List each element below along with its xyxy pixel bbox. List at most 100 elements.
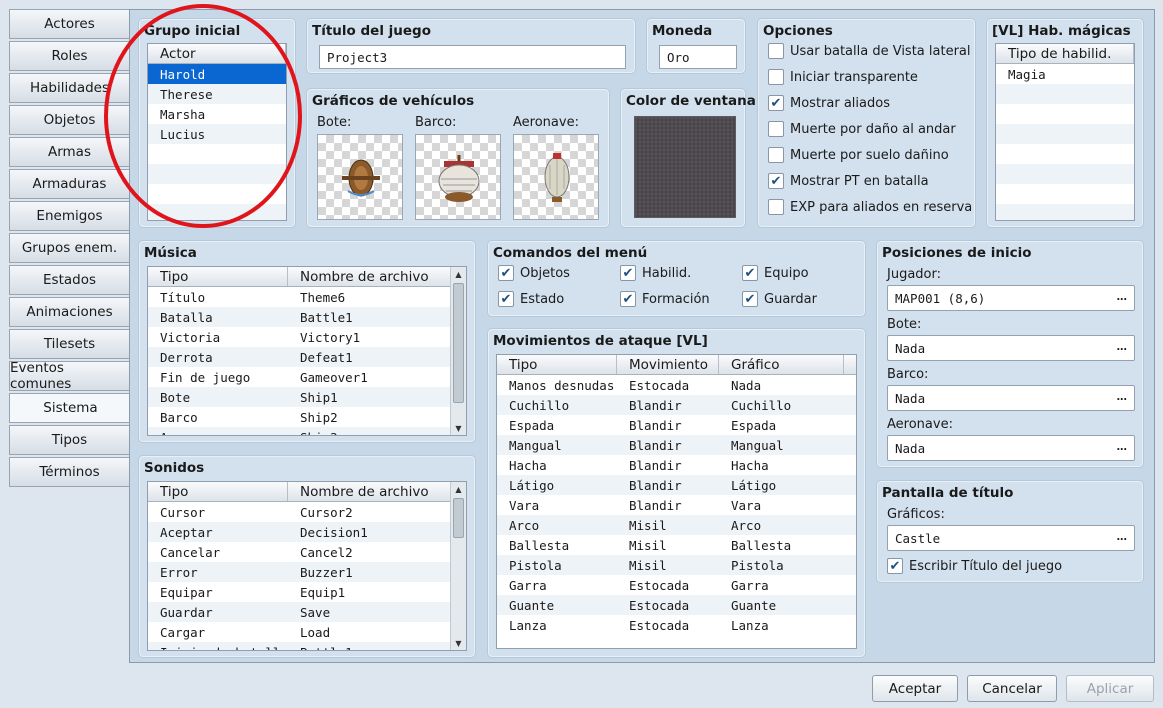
tab-14[interactable]: Términos	[9, 457, 130, 487]
title-graphics-picker[interactable]: Castle...	[887, 525, 1135, 551]
list-row[interactable]: Lanza Estocada Lanza	[497, 615, 856, 635]
tab-7[interactable]: Grupos enem.	[9, 233, 130, 263]
tab-11[interactable]: Eventos comunes	[9, 360, 130, 392]
empty-row	[148, 184, 286, 204]
tab-2[interactable]: Habilidades	[9, 73, 130, 103]
scroll-thumb[interactable]	[453, 283, 464, 403]
music-list[interactable]: Tipo Nombre de archivo Título Theme6 Batal…	[147, 266, 467, 436]
list-row[interactable]: Látigo Blandir Látigo	[497, 475, 856, 495]
accept-button[interactable]: Aceptar	[872, 675, 958, 702]
sound-rows: Cursor Cursor2 Aceptar Decision1 Cancelar Can…	[148, 502, 466, 650]
tab-13[interactable]: Tipos	[9, 425, 130, 455]
list-row[interactable]: Error Buzzer1	[148, 562, 466, 582]
list-row[interactable]: Equipar Equip1	[148, 582, 466, 602]
list-header: Actor	[148, 44, 286, 64]
option-checkbox[interactable]: Usar batalla de Vista lateral	[768, 43, 971, 59]
apply-button[interactable]: Aplicar	[1066, 675, 1154, 702]
list-row[interactable]: Pistola Misil Pistola	[497, 555, 856, 575]
list-row[interactable]: Fin de juego Gameover1	[148, 367, 466, 387]
menu-command-checkbox[interactable]: ✔ Objetos	[498, 265, 570, 281]
menu-command-checkbox[interactable]: ✔ Estado	[498, 291, 564, 307]
menu-command-checkbox[interactable]: ✔ Guardar	[742, 291, 817, 307]
picker-value: Nada	[895, 340, 926, 356]
boat-graphic[interactable]	[317, 134, 403, 220]
list-row[interactable]: Inicio de batallaBattle1	[148, 642, 466, 650]
scroll-down-icon[interactable]: ▼	[451, 636, 466, 650]
list-row[interactable]: Título Theme6	[148, 287, 466, 307]
scroll-up-icon[interactable]: ▲	[451, 482, 466, 496]
option-checkbox[interactable]: Muerte por daño al andar	[768, 121, 956, 137]
option-checkbox[interactable]: ✔ Mostrar PT en batalla	[768, 173, 929, 189]
list-row[interactable]: Cursor Cursor2	[148, 502, 466, 522]
airship-graphic[interactable]	[513, 134, 599, 220]
tab-6[interactable]: Enemigos	[9, 201, 130, 231]
list-row[interactable]: Bote Ship1	[148, 387, 466, 407]
list-row[interactable]: Magia	[996, 64, 1134, 84]
ship-graphic[interactable]	[415, 134, 501, 220]
currency-input[interactable]: Oro	[659, 45, 737, 69]
boat-label: Bote:	[887, 317, 922, 332]
list-row[interactable]: Therese	[148, 84, 286, 104]
tab-4[interactable]: Armas	[9, 137, 130, 167]
menu-command-checkbox[interactable]: ✔ Formación	[620, 291, 710, 307]
tab-3[interactable]: Objetos	[9, 105, 130, 135]
airship-position-picker[interactable]: Nada...	[887, 435, 1135, 461]
scroll-down-icon[interactable]: ▼	[451, 421, 466, 435]
list-row[interactable]: Victoria Victory1	[148, 327, 466, 347]
list-row[interactable]: Mangual Blandir Mangual	[497, 435, 856, 455]
tab-9[interactable]: Animaciones	[9, 297, 130, 327]
list-row[interactable]: Vara Blandir Vara	[497, 495, 856, 515]
tab-0[interactable]: Actores	[9, 9, 130, 39]
boat-position-picker[interactable]: Nada...	[887, 335, 1135, 361]
list-cell: Vara	[509, 497, 540, 513]
list-cell: Misil	[629, 517, 667, 533]
list-row[interactable]: Derrota Defeat1	[148, 347, 466, 367]
list-row[interactable]: Hacha Blandir Hacha	[497, 455, 856, 475]
list-row[interactable]: Arco Misil Arco	[497, 515, 856, 535]
option-checkbox[interactable]: ✔ Mostrar aliados	[768, 95, 890, 111]
attack-motions-list[interactable]: Tipo Movimiento Gráfico Manos desnudas Es…	[496, 354, 857, 649]
list-row[interactable]: Manos desnudas Estocada Nada	[497, 375, 856, 395]
list-row[interactable]: Cuchillo Blandir Cuchillo	[497, 395, 856, 415]
list-row[interactable]: Guante Estocada Guante	[497, 595, 856, 615]
draw-game-title-checkbox[interactable]: ✔ Escribir Título del juego	[887, 558, 1062, 574]
list-row[interactable]: Garra Estocada Garra	[497, 575, 856, 595]
window-color-swatch[interactable]	[634, 116, 736, 218]
tab-8[interactable]: Estados	[9, 265, 130, 295]
tab-12[interactable]: Sistema	[9, 393, 131, 423]
menu-commands-panel: Comandos del menú ✔ Objetos ✔ Habilid. ✔ Equi…	[487, 240, 866, 317]
sounds-scrollbar[interactable]: ▲ ▼	[450, 482, 466, 650]
cancel-button[interactable]: Cancelar	[967, 675, 1057, 702]
player-position-picker[interactable]: MAP001 (8,6)...	[887, 285, 1135, 311]
list-row[interactable]: Espada Blandir Espada	[497, 415, 856, 435]
ship-position-picker[interactable]: Nada...	[887, 385, 1135, 411]
music-scrollbar[interactable]: ▲ ▼	[450, 267, 466, 435]
list-row[interactable]: Aceptar Decision1	[148, 522, 466, 542]
sounds-list[interactable]: Tipo Nombre de archivo Cursor Cursor2 Acep…	[147, 481, 467, 651]
tab-1[interactable]: Roles	[9, 41, 130, 71]
list-row[interactable]: Batalla Battle1	[148, 307, 466, 327]
list-row[interactable]: AeronaveShip3	[148, 427, 466, 435]
list-row[interactable]: Cargar Load	[148, 622, 466, 642]
list-row[interactable]: Marsha	[148, 104, 286, 124]
menu-command-checkbox[interactable]: ✔ Equipo	[742, 265, 809, 281]
tab-10[interactable]: Tilesets	[9, 329, 130, 359]
list-row[interactable]: Guardar Save	[148, 602, 466, 622]
scroll-thumb[interactable]	[453, 498, 464, 538]
picker-value: Castle	[895, 530, 941, 546]
list-row[interactable]: Harold	[148, 64, 286, 84]
magic-skills-list[interactable]: Tipo de habilid. Magia	[995, 43, 1135, 221]
party-list[interactable]: Actor Harold Therese Marsha Lucius	[147, 43, 287, 221]
option-checkbox[interactable]: Iniciar transparente	[768, 69, 918, 85]
option-checkbox[interactable]: Muerte por suelo dañino	[768, 147, 949, 163]
list-row[interactable]: Cancelar Cancel2	[148, 542, 466, 562]
list-row[interactable]: Ballesta Misil Ballesta	[497, 535, 856, 555]
list-row[interactable]: Lucius	[148, 124, 286, 144]
tab-5[interactable]: Armaduras	[9, 169, 130, 199]
game-title-input[interactable]: Project3	[319, 45, 626, 69]
list-row[interactable]: Barco Ship2	[148, 407, 466, 427]
motion-rows: Manos desnudas Estocada Nada Cuchillo Blandi…	[497, 375, 856, 635]
menu-command-checkbox[interactable]: ✔ Habilid.	[620, 265, 691, 281]
scroll-up-icon[interactable]: ▲	[451, 267, 466, 281]
option-checkbox[interactable]: EXP para aliados en reserva	[768, 199, 972, 215]
